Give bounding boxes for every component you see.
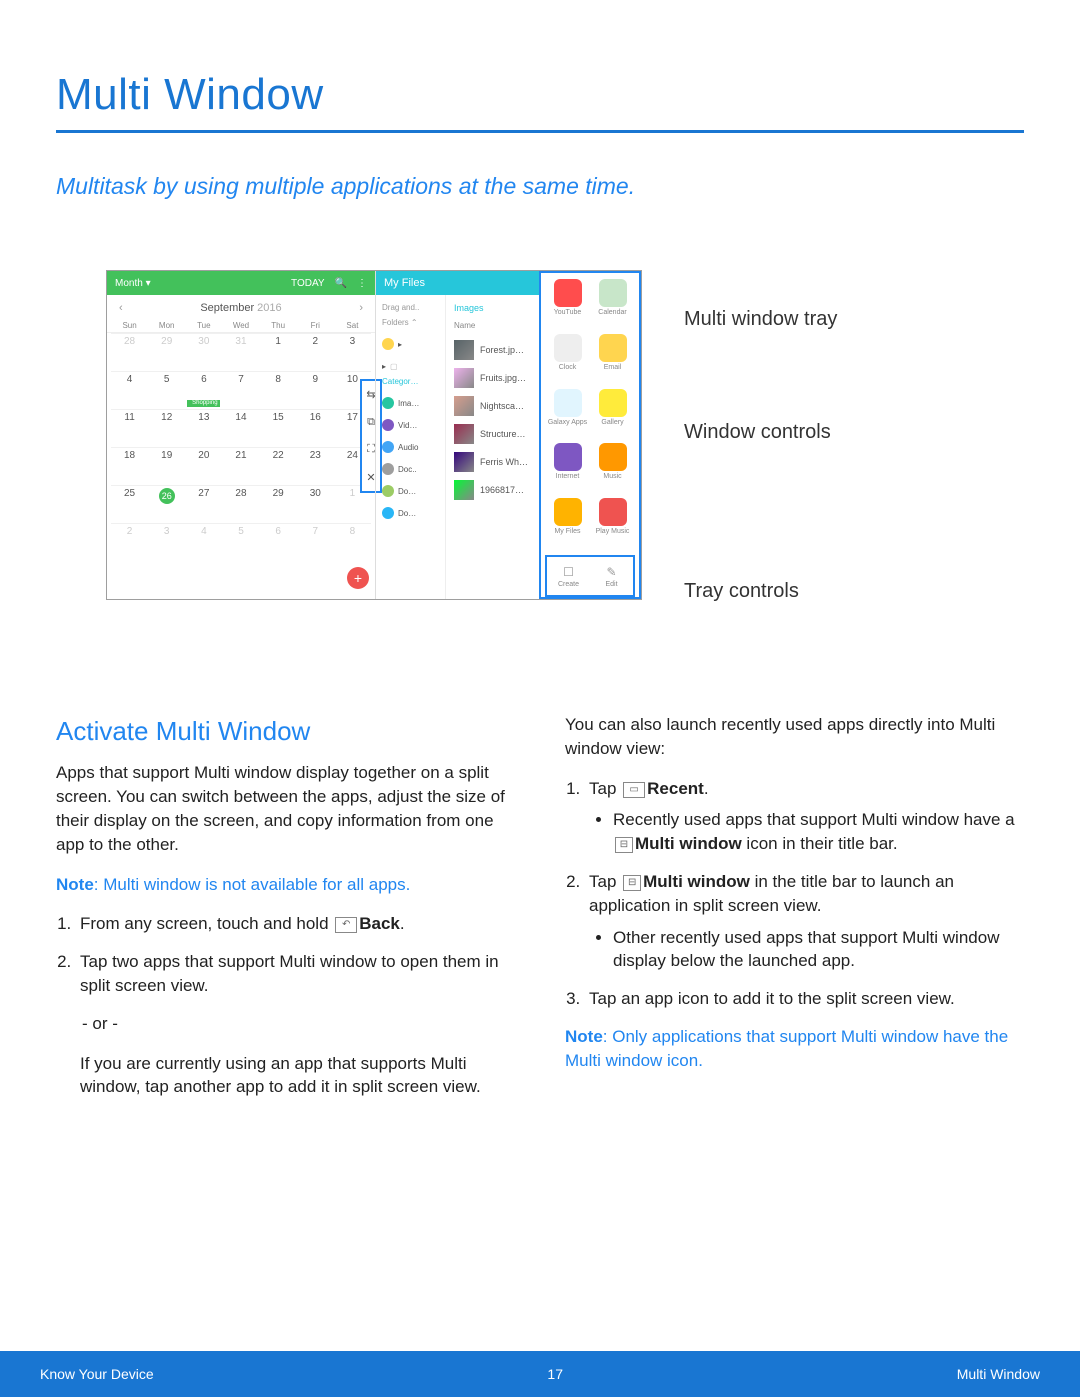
- c2-step-2: Tap ⊟Multi window in the title bar to la…: [585, 870, 1024, 973]
- create-icon: ☐: [563, 565, 574, 579]
- c2-step-1-bullet: Recently used apps that support Multi wi…: [613, 808, 1024, 856]
- c2-step-2-bullet: Other recently used apps that support Mu…: [613, 926, 1024, 974]
- note-2: Note: Only applications that support Mul…: [565, 1025, 1024, 1073]
- step-2-alt: If you are currently using an app that s…: [80, 1052, 515, 1100]
- multiwindow-icon: ⊟: [623, 875, 641, 891]
- add-fab: +: [347, 567, 369, 589]
- calendar-month-dropdown: Month ▾: [115, 278, 151, 289]
- left-column: Activate Multi Window Apps that support …: [56, 713, 515, 1115]
- recent-icon: ▭: [623, 782, 645, 798]
- title-rule: [56, 130, 1024, 133]
- calendar-year-label: 2016: [257, 302, 281, 314]
- callouts: Multi window tray Window controls Tray c…: [660, 270, 837, 603]
- section-heading: Activate Multi Window: [56, 713, 515, 749]
- footer-left: Know Your Device: [40, 1366, 154, 1382]
- multi-window-tray-box: YouTubeCalendarClockEmailGalaxy AppsGall…: [539, 271, 641, 599]
- calendar-day-headers: SunMonTueWedThuFriSat: [107, 321, 375, 333]
- callout-controls: Window controls: [660, 421, 837, 444]
- search-icon: 🔍: [335, 278, 347, 289]
- page-subtitle: Multitask by using multiple applications…: [56, 173, 1024, 200]
- c2-step-3: Tap an app icon to add it to the split s…: [585, 987, 1024, 1011]
- step-2: Tap two apps that support Multi window t…: [76, 950, 515, 1099]
- illustration-row: Month ▾ TODAY 🔍 ⋮ ‹ September2016 › SunM…: [106, 270, 1024, 603]
- footer-page-number: 17: [547, 1366, 563, 1382]
- illustration-frame: Month ▾ TODAY 🔍 ⋮ ‹ September2016 › SunM…: [106, 270, 642, 600]
- calendar-today-label: TODAY: [291, 278, 325, 289]
- chevron-left-icon: ‹: [119, 302, 123, 314]
- content-columns: Activate Multi Window Apps that support …: [56, 713, 1024, 1115]
- calendar-app: Month ▾ TODAY 🔍 ⋮ ‹ September2016 › SunM…: [107, 271, 375, 599]
- back-icon: ↶: [335, 917, 357, 933]
- edit-icon: ✎: [606, 565, 616, 579]
- page-footer: Know Your Device 17 Multi Window: [0, 1351, 1080, 1397]
- intro-paragraph: Apps that support Multi window display t…: [56, 761, 515, 856]
- callout-trayctrl: Tray controls: [660, 580, 837, 603]
- footer-right: Multi Window: [957, 1366, 1040, 1382]
- chevron-right-icon: ›: [359, 302, 363, 314]
- step-1: From any screen, touch and hold ↶Back.: [76, 912, 515, 936]
- callout-tray: Multi window tray: [660, 308, 837, 331]
- multiwindow-icon: ⊟: [615, 837, 633, 853]
- col2-intro: You can also launch recently used apps d…: [565, 713, 1024, 761]
- c2-step-1: Tap ▭Recent. Recently used apps that sup…: [585, 777, 1024, 856]
- right-column: You can also launch recently used apps d…: [565, 713, 1024, 1115]
- note-1: Note: Multi window is not available for …: [56, 873, 515, 897]
- tray-controls-box: ☐Create ✎Edit: [545, 555, 635, 597]
- or-separator: - or -: [82, 1012, 515, 1036]
- calendar-grid: 28293031123456Shopping789101112131415161…: [107, 333, 375, 561]
- more-icon: ⋮: [357, 278, 367, 289]
- calendar-month-label: September: [200, 302, 254, 314]
- page-title: Multi Window: [56, 70, 1024, 120]
